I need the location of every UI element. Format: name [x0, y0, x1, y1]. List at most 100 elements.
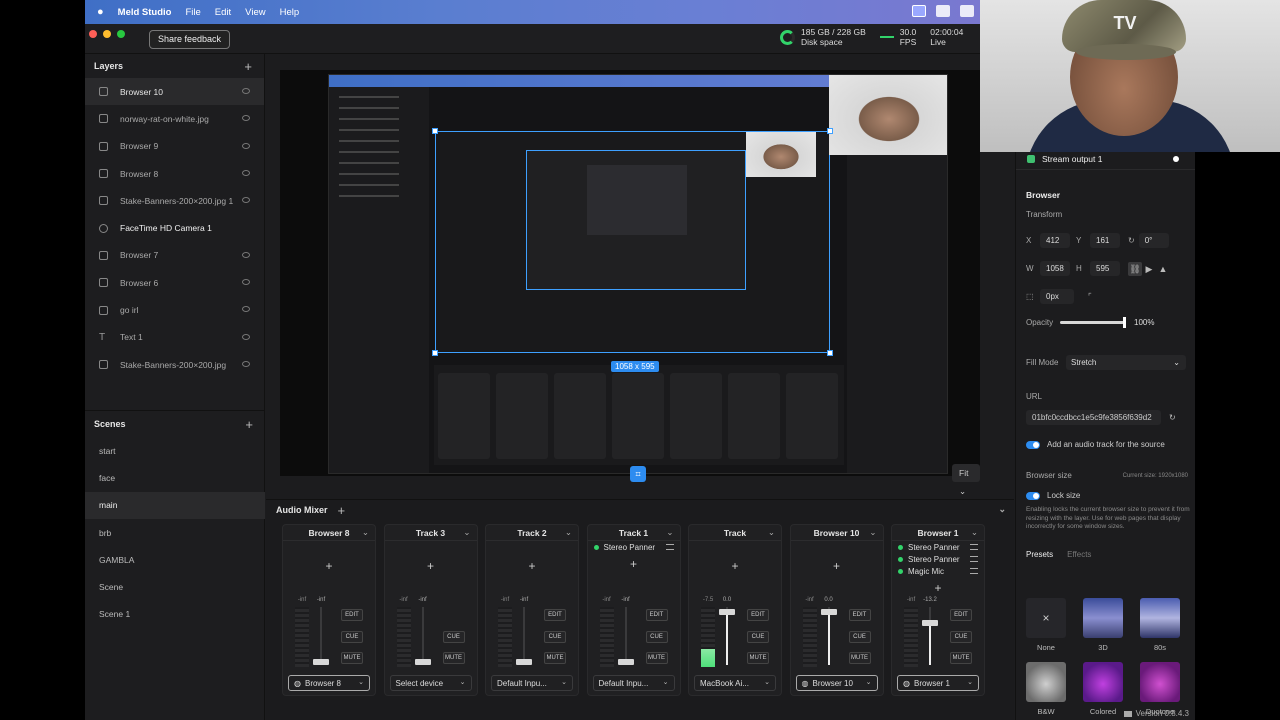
volume-fader-knob[interactable] [820, 608, 837, 615]
layer-item[interactable]: Browser 10 [85, 78, 264, 106]
source-select[interactable]: Select device ⌄ [389, 675, 472, 691]
chevron-down-icon[interactable]: ⌄ [666, 527, 673, 538]
strip-name[interactable]: Browser 8 ⌄ [283, 525, 375, 541]
mute-button[interactable]: MUTE [341, 652, 363, 664]
effect-item[interactable]: Stereo Panner [588, 541, 680, 553]
audio-track-toggle[interactable] [1026, 440, 1040, 449]
source-select[interactable]: Default Inpu... ⌄ [592, 675, 675, 691]
cue-button[interactable]: CUE [544, 631, 566, 643]
flip-vertical-icon[interactable]: ▲ [1156, 262, 1170, 276]
source-select[interactable]: ◍ Browser 10 ⌄ [795, 675, 878, 691]
stream-preview[interactable]: 1058 x 595 [328, 74, 948, 474]
source-select[interactable]: MacBook Ai... ⌄ [694, 675, 776, 691]
mixer-collapse-icon[interactable]: ⌄ [998, 504, 1006, 515]
layer-item[interactable]: T Text 1 [85, 324, 264, 351]
add-effect-icon[interactable]: + [588, 557, 680, 571]
volume-fader-track[interactable] [421, 607, 424, 665]
mute-button[interactable]: MUTE [848, 652, 871, 664]
zoom-window-button[interactable] [117, 30, 125, 38]
mute-button[interactable]: MUTE [544, 652, 566, 664]
visibility-icon[interactable] [242, 197, 250, 204]
effect-item[interactable]: Magic Mic [892, 565, 984, 577]
preset-thumbnail[interactable] [1140, 598, 1180, 638]
preset-thumbnail[interactable]: × [1026, 598, 1066, 638]
layer-item[interactable]: Browser 8 [85, 160, 264, 187]
rotation-input[interactable]: 0° [1138, 233, 1169, 248]
close-window-button[interactable] [89, 30, 97, 38]
link-aspect-icon[interactable]: ⛓ [1128, 261, 1142, 276]
mute-button[interactable]: MUTE [645, 652, 668, 664]
resize-handle[interactable] [827, 350, 833, 356]
cue-button[interactable]: CUE [442, 631, 465, 643]
visibility-icon[interactable] [242, 333, 250, 340]
volume-fader-track[interactable] [624, 607, 627, 665]
scene-item[interactable]: start [85, 437, 265, 464]
resize-handle[interactable] [432, 128, 438, 134]
tab-effects[interactable]: Effects [1067, 550, 1091, 559]
add-effect-icon[interactable]: + [791, 559, 883, 573]
cue-button[interactable]: CUE [341, 631, 363, 643]
chevron-down-icon[interactable]: ⌄ [565, 527, 572, 538]
source-select[interactable]: ◍ Browser 1 ⌄ [897, 675, 979, 691]
lock-size-toggle[interactable] [1026, 491, 1040, 500]
preset-thumbnail[interactable] [1083, 662, 1123, 702]
scene-item[interactable]: face [85, 464, 265, 491]
visibility-icon[interactable] [242, 360, 250, 367]
scene-item[interactable]: main [85, 491, 265, 519]
add-effect-icon[interactable]: + [385, 559, 477, 573]
edit-button[interactable]: EDIT [950, 609, 972, 621]
fill-mode-select[interactable]: Stretch ⌄ [1066, 355, 1186, 370]
canvas-area[interactable]: 1058 x 595 ⌗ Fit ⌄ [280, 70, 980, 496]
minimize-window-button[interactable] [103, 30, 111, 38]
radius-input[interactable]: 0px [1040, 289, 1074, 304]
add-effect-icon[interactable]: + [283, 559, 375, 573]
effect-settings-icon[interactable] [665, 544, 674, 550]
volume-fader-knob[interactable] [516, 659, 532, 666]
volume-fader-knob[interactable] [922, 620, 938, 627]
effect-settings-icon[interactable] [970, 544, 978, 550]
add-layer-icon[interactable]: + [244, 59, 252, 74]
effect-item[interactable]: Stereo Panner [892, 553, 984, 565]
live-stat[interactable]: 02:00:04 Live [930, 27, 963, 47]
visibility-icon[interactable] [242, 88, 250, 94]
preset-thumbnail[interactable] [1140, 662, 1180, 702]
fit-dropdown[interactable]: Fit ⌄ [952, 464, 980, 496]
volume-fader-knob[interactable] [313, 659, 329, 666]
menu-edit[interactable]: Edit [215, 7, 231, 18]
preset-thumbnail[interactable] [1026, 662, 1066, 702]
cue-button[interactable]: CUE [950, 631, 972, 643]
scene-item[interactable]: brb [85, 519, 265, 546]
visibility-icon[interactable] [242, 115, 250, 122]
layer-item[interactable]: Browser 7 [85, 242, 264, 269]
volume-fader-track[interactable] [523, 607, 525, 665]
edit-button[interactable]: EDIT [645, 609, 668, 621]
effect-item[interactable]: Stereo Panner [892, 541, 984, 553]
add-effect-icon[interactable]: + [486, 559, 578, 573]
keyboard-icon[interactable] [960, 5, 974, 17]
menu-app-name[interactable]: Meld Studio [118, 7, 172, 18]
strip-name[interactable]: Track 3 ⌄ [384, 525, 477, 541]
layer-item[interactable]: go irl [85, 296, 264, 323]
volume-fader-knob[interactable] [719, 608, 735, 615]
shield-icon[interactable] [936, 5, 950, 17]
add-scene-icon[interactable]: + [245, 417, 253, 432]
volume-fader-knob[interactable] [617, 659, 634, 666]
opacity-slider[interactable] [1060, 317, 1126, 328]
menu-view[interactable]: View [245, 7, 265, 18]
layer-item[interactable]: Stake-Banners-200×200.jpg 1 [85, 187, 264, 214]
strip-name[interactable]: Track ⌄ [689, 525, 781, 541]
source-select[interactable]: Default Inpu... ⌄ [491, 675, 573, 691]
layer-item[interactable]: Browser 6 [85, 269, 264, 296]
selected-browser-layer[interactable] [435, 131, 830, 353]
scene-item[interactable]: GAMBLA [85, 546, 265, 573]
strip-name[interactable]: Track 1 ⌄ [587, 525, 680, 541]
mute-button[interactable]: MUTE [442, 652, 465, 664]
x-input[interactable]: 412 [1040, 233, 1070, 248]
chevron-down-icon[interactable]: ⌄ [362, 527, 369, 538]
volume-fader-track[interactable] [320, 607, 322, 665]
layer-item[interactable]: Browser 9 [85, 133, 264, 160]
layer-item[interactable]: FaceTime HD Camera 1 [85, 214, 264, 241]
flip-horizontal-icon[interactable]: ▶ [1142, 262, 1156, 276]
edit-button[interactable]: EDIT [341, 609, 363, 621]
edit-button[interactable]: EDIT [848, 609, 871, 621]
